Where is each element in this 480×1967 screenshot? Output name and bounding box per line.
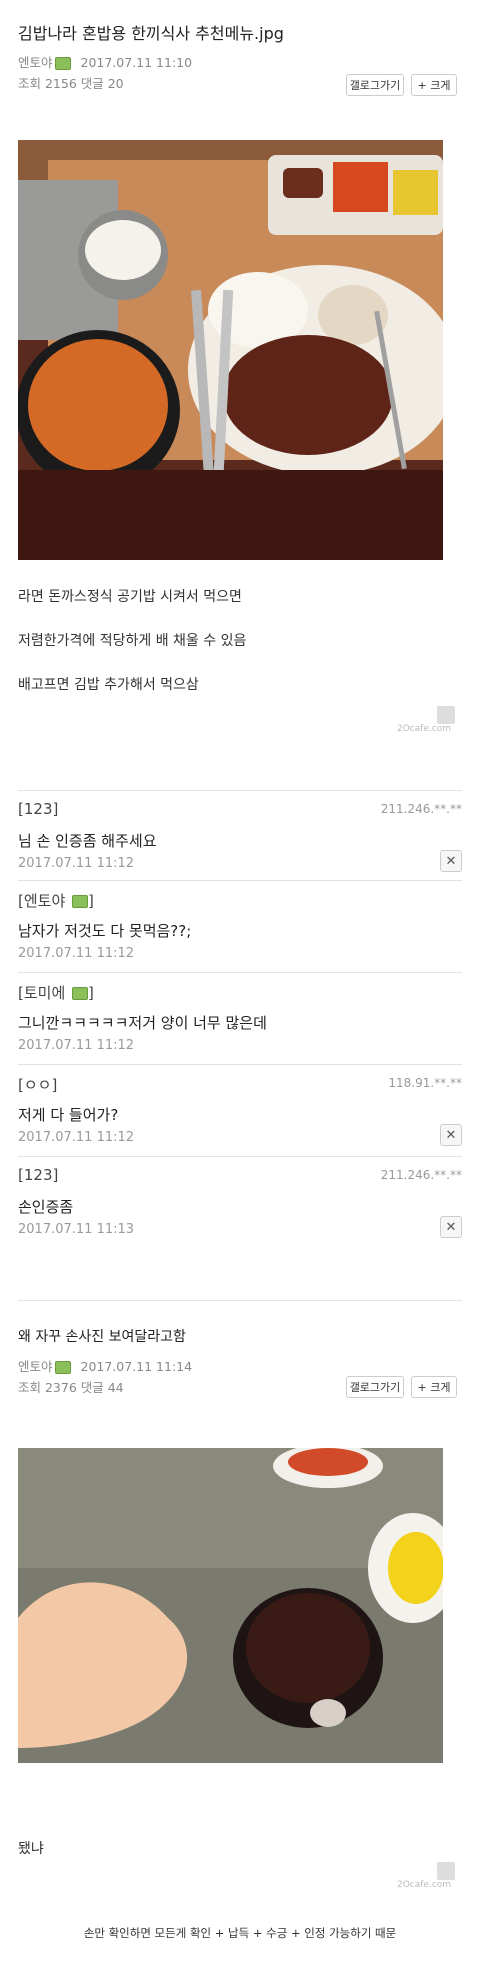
- post-author[interactable]: 엔토야: [18, 1359, 53, 1374]
- enlarge-button[interactable]: + 크게: [411, 74, 457, 96]
- gallog-badge-icon: [54, 1361, 71, 1374]
- comment-ip: 211.246.**.**: [380, 1168, 462, 1182]
- comment-text: 그니깐ㅋㅋㅋㅋㅋ저거 양이 너무 많은데: [18, 1014, 267, 1032]
- hand-photo[interactable]: [18, 1448, 443, 1763]
- link-icon[interactable]: [437, 706, 455, 724]
- comment-text: 남자가 저것도 다 못먹음??;: [18, 922, 192, 940]
- comment-date: 2017.07.11 11:12: [18, 1038, 135, 1053]
- delete-comment-button[interactable]: ✕: [440, 850, 462, 872]
- comment-date: 2017.07.11 11:12: [18, 946, 135, 961]
- post-body-line-2: 저렴한가격에 적당하게 배 채울 수 있음: [18, 633, 247, 649]
- divider: [18, 972, 462, 973]
- gallog-badge-icon: [72, 987, 89, 1000]
- post-body-line-1: 라면 돈까스정식 공기밥 시켜서 먹으면: [18, 589, 242, 605]
- gallog-badge-icon: [72, 895, 89, 908]
- hand-photo-illustration: [18, 1448, 443, 1763]
- divider: [18, 1300, 462, 1301]
- gallog-button[interactable]: 갤로그가기: [346, 74, 404, 96]
- comment-ip: 118.91.**.**: [388, 1076, 462, 1090]
- delete-comment-button[interactable]: ✕: [440, 1124, 462, 1146]
- food-photo-illustration: [18, 140, 443, 560]
- footer-caption: 손만 확인하면 모든게 확인 + 납득 + 수긍 + 인정 가능하기 때문: [83, 1926, 397, 1940]
- delete-comment-button[interactable]: ✕: [440, 1216, 462, 1238]
- post-body-line-3: 배고프면 김밥 추가해서 먹으삼: [18, 677, 199, 693]
- cafe-watermark: 2Ocafe.com: [397, 724, 452, 734]
- food-photo[interactable]: [18, 140, 443, 560]
- comment-author[interactable]: [ㅇㅇ]: [18, 1074, 57, 1095]
- comment-ip: 211.246.**.**: [380, 802, 462, 816]
- divider: [18, 1064, 462, 1065]
- post-author-row: 엔토야 2017.07.11 11:14: [18, 1356, 192, 1375]
- post-body-line-1: 됐냐: [18, 1841, 44, 1857]
- post-author-row: 엔토야 2017.07.11 11:10: [18, 52, 192, 71]
- comment-text: 손인증좀: [18, 1198, 74, 1216]
- comment-date: 2017.07.11 11:13: [18, 1222, 135, 1237]
- comment-author[interactable]: [123]: [18, 1166, 58, 1184]
- enlarge-button[interactable]: + 크게: [411, 1376, 457, 1398]
- divider: [18, 790, 462, 791]
- comment-date: 2017.07.11 11:12: [18, 856, 135, 871]
- comment-text: 저게 다 들어가?: [18, 1106, 119, 1124]
- post-title[interactable]: 왜 자꾸 손사진 보여달라고함: [18, 1326, 186, 1346]
- post-stats: 조회 2156 댓글 20: [18, 76, 124, 91]
- post-date: 2017.07.11 11:10: [80, 55, 193, 70]
- post-author[interactable]: 엔토야: [18, 55, 53, 70]
- comment-author-row: [토미에 ]: [18, 984, 94, 1002]
- gallog-button[interactable]: 갤로그가기: [346, 1376, 404, 1398]
- link-icon[interactable]: [437, 1862, 455, 1880]
- comment-date: 2017.07.11 11:12: [18, 1130, 135, 1145]
- gallog-badge-icon: [54, 57, 71, 70]
- comment-author[interactable]: [토미에: [18, 984, 65, 1002]
- post-stats: 조회 2376 댓글 44: [18, 1380, 124, 1395]
- comment-author[interactable]: [엔토야: [18, 892, 65, 910]
- comment-text: 님 손 인증좀 해주세요: [18, 832, 157, 850]
- divider: [18, 880, 462, 881]
- divider: [18, 1156, 462, 1157]
- post-title[interactable]: 김밥나라 혼밥용 한끼식사 추천메뉴.jpg: [18, 20, 284, 44]
- cafe-watermark: 2Ocafe.com: [397, 1880, 452, 1890]
- comment-author-row: [엔토야 ]: [18, 892, 94, 910]
- post-date: 2017.07.11 11:14: [80, 1359, 193, 1374]
- comment-author[interactable]: [123]: [18, 800, 58, 818]
